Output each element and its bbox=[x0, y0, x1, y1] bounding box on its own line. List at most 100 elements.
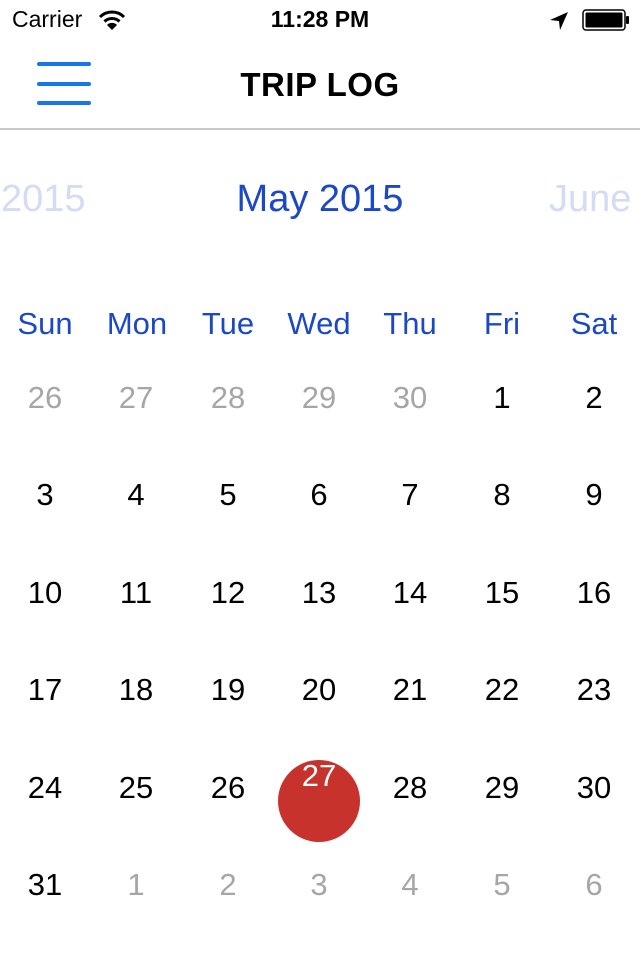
day-number: 21 bbox=[392, 672, 428, 707]
calendar-day[interactable]: 15 bbox=[456, 571, 548, 651]
day-number: 20 bbox=[301, 672, 337, 707]
day-number: 2 bbox=[585, 380, 603, 415]
calendar-day[interactable]: 3 bbox=[0, 473, 91, 553]
calendar-day[interactable]: 2 bbox=[548, 376, 640, 456]
day-number: 26 bbox=[27, 380, 63, 415]
day-number: 3 bbox=[310, 867, 328, 902]
day-number: 4 bbox=[401, 867, 419, 902]
calendar-day[interactable]: 16 bbox=[548, 571, 640, 651]
calendar-day-other-month[interactable]: 29 bbox=[273, 376, 365, 456]
page-title: TRIP LOG bbox=[240, 66, 400, 103]
day-number: 11 bbox=[119, 575, 153, 610]
calendar-day[interactable]: 30 bbox=[548, 766, 640, 846]
calendar-day[interactable]: 5 bbox=[182, 473, 274, 553]
calendar-day[interactable]: 25 bbox=[90, 766, 182, 846]
calendar-day[interactable]: 7 bbox=[364, 473, 456, 553]
weekday-label: Wed bbox=[287, 306, 351, 341]
weekday-header: Sun Mon Tue Wed Thu Fri Sat bbox=[0, 306, 640, 346]
calendar-day[interactable]: 11 bbox=[90, 571, 182, 651]
calendar-day[interactable]: 19 bbox=[182, 668, 274, 748]
calendar-day[interactable]: 29 bbox=[456, 766, 548, 846]
month-selector[interactable]: May 2015 2015 June bbox=[0, 170, 640, 230]
weekday-label: Tue bbox=[201, 306, 255, 341]
weekday-label: Fri bbox=[483, 306, 521, 341]
calendar-day-other-month[interactable]: 1 bbox=[90, 863, 182, 943]
day-number: 22 bbox=[484, 672, 520, 707]
day-number: 28 bbox=[210, 380, 246, 415]
day-number: 7 bbox=[401, 477, 419, 512]
day-number: 29 bbox=[484, 770, 520, 805]
calendar-day[interactable]: 14 bbox=[364, 571, 456, 651]
battery-icon bbox=[582, 9, 629, 31]
calendar-day-other-month[interactable]: 4 bbox=[364, 863, 456, 943]
day-number: 4 bbox=[127, 477, 145, 512]
calendar-day[interactable]: 23 bbox=[548, 668, 640, 748]
day-number: 18 bbox=[118, 672, 154, 707]
day-number: 25 bbox=[118, 770, 154, 805]
calendar-day-other-month[interactable]: 26 bbox=[0, 376, 91, 456]
day-number: 24 bbox=[27, 770, 63, 805]
calendar-day-other-month[interactable]: 28 bbox=[182, 376, 274, 456]
day-number: 30 bbox=[576, 770, 612, 805]
day-number: 14 bbox=[392, 575, 428, 610]
clock-time: 11:28 PM bbox=[270, 6, 370, 32]
day-number: 10 bbox=[27, 575, 63, 610]
location-arrow-icon bbox=[550, 12, 568, 30]
calendar-day[interactable]: 22 bbox=[456, 668, 548, 748]
calendar-day[interactable]: 31 bbox=[0, 863, 91, 943]
day-number: 27 bbox=[118, 380, 154, 415]
weekday-label: Mon bbox=[106, 306, 168, 341]
calendar-day-other-month[interactable]: 30 bbox=[364, 376, 456, 456]
calendar-day[interactable]: 12 bbox=[182, 571, 274, 651]
calendar-day-other-month[interactable]: 6 bbox=[548, 863, 640, 943]
day-number: 5 bbox=[219, 477, 237, 512]
day-number: 6 bbox=[310, 477, 328, 512]
status-bar: Carrier 11:28 PM bbox=[0, 0, 640, 40]
weekday-label: Sun bbox=[17, 306, 73, 341]
day-number: 12 bbox=[210, 575, 246, 610]
calendar-day[interactable]: 6 bbox=[273, 473, 365, 553]
next-month[interactable]: June bbox=[549, 178, 631, 221]
day-number: 1 bbox=[493, 380, 511, 415]
weekday-label: Sat bbox=[570, 306, 618, 341]
calendar-day[interactable]: 10 bbox=[0, 571, 91, 651]
day-number: 13 bbox=[301, 575, 337, 610]
day-number: 30 bbox=[392, 380, 428, 415]
calendar-day[interactable]: 20 bbox=[273, 668, 365, 748]
day-number: 27 bbox=[301, 758, 337, 793]
day-number: 15 bbox=[484, 575, 520, 610]
calendar-day[interactable]: 21 bbox=[364, 668, 456, 748]
day-number: 26 bbox=[210, 770, 246, 805]
day-number: 19 bbox=[210, 672, 246, 707]
calendar-day[interactable]: 26 bbox=[182, 766, 274, 846]
day-number: 1 bbox=[127, 867, 145, 902]
day-number: 23 bbox=[576, 672, 612, 707]
calendar-day[interactable]: 1 bbox=[456, 376, 548, 456]
day-number: 9 bbox=[585, 477, 603, 512]
day-number: 2 bbox=[219, 867, 237, 902]
calendar-day-other-month[interactable]: 2 bbox=[182, 863, 274, 943]
day-number: 29 bbox=[301, 380, 337, 415]
calendar-day[interactable]: 17 bbox=[0, 668, 91, 748]
previous-month[interactable]: 2015 bbox=[1, 178, 86, 221]
day-number: 8 bbox=[493, 477, 511, 512]
calendar-day-other-month[interactable]: 5 bbox=[456, 863, 548, 943]
calendar-day[interactable]: 24 bbox=[0, 766, 91, 846]
day-number: 31 bbox=[27, 867, 63, 902]
calendar-day-selected[interactable]: 27 bbox=[273, 758, 365, 846]
calendar-day-other-month[interactable]: 3 bbox=[273, 863, 365, 943]
day-number: 6 bbox=[585, 867, 603, 902]
navigation-bar: TRIP LOG bbox=[0, 40, 640, 130]
calendar-day[interactable]: 9 bbox=[548, 473, 640, 553]
day-number: 17 bbox=[27, 672, 63, 707]
weekday-label: Thu bbox=[383, 306, 437, 341]
day-number: 5 bbox=[493, 867, 511, 902]
calendar-day[interactable]: 28 bbox=[364, 766, 456, 846]
day-number: 28 bbox=[392, 770, 428, 805]
calendar-day-other-month[interactable]: 27 bbox=[90, 376, 182, 456]
calendar-day[interactable]: 4 bbox=[90, 473, 182, 553]
day-number: 16 bbox=[576, 575, 612, 610]
calendar-day[interactable]: 13 bbox=[273, 571, 365, 651]
calendar-day[interactable]: 8 bbox=[456, 473, 548, 553]
calendar-day[interactable]: 18 bbox=[90, 668, 182, 748]
